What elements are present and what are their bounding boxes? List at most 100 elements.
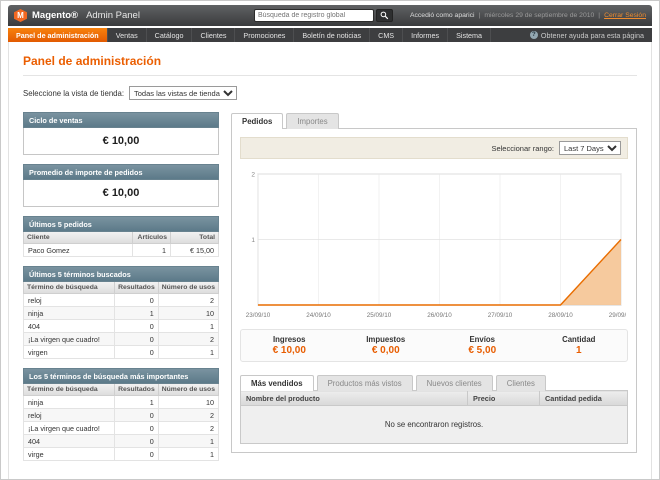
totals-row: Ingresos € 10,00 Impuestos € 0,00 Envíos… <box>240 329 628 362</box>
table-row: 404 0 1 <box>22 434 220 448</box>
nav-item-ventas[interactable]: Ventas <box>108 28 147 42</box>
nav-item-boletin[interactable]: Boletín de noticias <box>294 28 371 42</box>
table-row: 404 0 1 <box>22 319 220 333</box>
total-label: Envíos <box>469 335 496 344</box>
table-cell: reloj <box>22 408 116 422</box>
total-label: Ingresos <box>273 335 306 344</box>
table-cell: 1 <box>114 395 159 409</box>
top-search-terms-title: Los 5 términos de búsqueda más important… <box>23 368 219 384</box>
column-header: Cliente <box>23 232 133 244</box>
table-cell: reloj <box>22 293 116 307</box>
table-cell: 0 <box>114 319 159 333</box>
table-row: virge 0 1 <box>22 447 220 461</box>
table-cell: 0 <box>114 408 159 422</box>
tab-pedidos[interactable]: Pedidos <box>231 113 284 129</box>
tab-importes[interactable]: Importes <box>286 113 339 129</box>
tab-mas-vendidos[interactable]: Más vendidos <box>240 375 314 391</box>
svg-text:2: 2 <box>251 171 255 178</box>
table-cell: ninja <box>22 395 116 409</box>
range-bar: Seleccionar rango: Last 7 Days <box>240 137 628 159</box>
total-ingresos: Ingresos € 10,00 <box>241 335 338 356</box>
global-search-input[interactable] <box>253 9 374 22</box>
top-search-terms-box: Los 5 términos de búsqueda más important… <box>22 368 220 461</box>
table-cell: 1 <box>114 306 159 320</box>
table-row: ¡La virgen que cuadro! 0 2 <box>22 332 220 346</box>
table-row: virgen 0 1 <box>22 345 220 359</box>
table-cell: 0 <box>114 293 159 307</box>
total-envios: Envíos € 5,00 <box>434 335 531 356</box>
separator: | <box>478 12 481 19</box>
table-cell: 2 <box>157 421 220 435</box>
table-row: ninja 1 10 <box>22 306 220 320</box>
range-select[interactable]: Last 7 Days <box>559 141 621 155</box>
separator: | <box>598 12 601 19</box>
total-cantidad: Cantidad 1 <box>531 335 628 356</box>
store-view-select[interactable]: Todas las vistas de tienda <box>129 86 237 100</box>
table-cell: 1 <box>157 319 220 333</box>
table-cell: 2 <box>157 332 220 346</box>
column-header: Resultados <box>114 384 159 396</box>
current-date: miércoles 29 de septiembre de 2010 <box>484 12 595 19</box>
nav-item-sistema[interactable]: Sistema <box>448 28 492 42</box>
table-row: ninja 1 10 <box>22 395 220 409</box>
table-cell: 0 <box>114 345 159 359</box>
svg-text:24/09/10: 24/09/10 <box>306 312 331 319</box>
nav-item-cms[interactable]: CMS <box>370 28 404 42</box>
last-orders-table: Cliente Artículos Total Paco Gomez 1 € 15,… <box>23 232 219 257</box>
nav-item-dashboard[interactable]: Panel de administración <box>8 28 108 42</box>
column-header: Nombre del producto <box>240 390 468 406</box>
lifetime-sales-title: Ciclo de ventas <box>23 112 219 128</box>
average-orders-box: Promedio de importe de pedidos € 10,00 <box>23 164 219 207</box>
last-search-terms-table: Término de búsqueda Resultados Número de… <box>22 282 220 359</box>
column-header: Número de usos <box>157 282 220 294</box>
search-button[interactable] <box>375 9 393 22</box>
help-icon: ? <box>529 31 538 39</box>
brand-name: Magento® <box>32 10 79 21</box>
column-header: Resultados <box>114 282 159 294</box>
table-cell: virgen <box>22 345 116 359</box>
column-header: Total <box>170 232 219 244</box>
content-area: Panel de administración Seleccione la vi… <box>8 42 652 479</box>
svg-text:25/09/10: 25/09/10 <box>367 312 392 319</box>
table-cell: ¡La virgen que cuadro! <box>22 421 116 435</box>
products-tabs: Más vendidos Productos más vistos Nuevos… <box>240 374 628 391</box>
help-link[interactable]: ? Obtener ayuda para esta página <box>522 28 652 42</box>
last-orders-title: Últimos 5 pedidos <box>23 216 219 232</box>
column-header: Número de usos <box>157 384 220 396</box>
products-table: Nombre del producto Precio Cantidad pedi… <box>240 390 628 444</box>
table-cell: 0 <box>114 421 159 435</box>
nav-item-catalogo[interactable]: Catálogo <box>147 28 193 42</box>
nav-item-informes[interactable]: Informes <box>403 28 449 42</box>
table-cell: 10 <box>157 395 220 409</box>
nav-item-clientes[interactable]: Clientes <box>192 28 236 42</box>
magento-admin-app: M Magento® Admin Panel Accedió como apar… <box>8 5 652 479</box>
column-header: Término de búsqueda <box>22 384 116 396</box>
svg-text:28/09/10: 28/09/10 <box>548 312 573 319</box>
table-cell: 1 <box>157 345 220 359</box>
table-cell: € 15,00 <box>170 243 219 257</box>
table-cell: Paco Gomez <box>23 243 133 257</box>
logout-link[interactable]: Cerrar Sesión <box>604 12 646 19</box>
chart-tabs: Pedidos Importes <box>231 112 637 129</box>
last-search-terms-box: Últimos 5 términos buscados Término de b… <box>22 266 220 359</box>
svg-text:27/09/10: 27/09/10 <box>488 312 513 319</box>
total-impuestos: Impuestos € 0,00 <box>338 335 435 356</box>
tab-clientes[interactable]: Clientes <box>495 375 546 391</box>
tab-nuevos-clientes[interactable]: Nuevos clientes <box>415 375 493 391</box>
nav-item-promociones[interactable]: Promociones <box>235 28 295 42</box>
help-label: Obtener ayuda para esta página <box>540 30 644 40</box>
table-cell: 2 <box>157 293 220 307</box>
tab-productos-mas-vistos[interactable]: Productos más vistos <box>316 375 413 391</box>
table-cell: virge <box>22 447 116 461</box>
svg-text:29/09/10: 29/09/10 <box>609 312 626 319</box>
chart-wrap: 23/09/10 24/09/10 25/09/10 26/09/10 27/09/10… <box>240 169 628 321</box>
svg-text:23/09/10: 23/09/10 <box>246 312 271 319</box>
table-cell: 0 <box>114 447 159 461</box>
chart-panel: Seleccionar rango: Last 7 Days 23/09/10 2… <box>231 128 637 453</box>
store-view-label: Seleccione la vista de tienda: <box>23 88 124 98</box>
page-title: Panel de administración <box>23 54 162 68</box>
browser-viewport: M Magento® Admin Panel Accedió como apar… <box>0 0 660 480</box>
empty-table-message: No se encontraron registros. <box>240 405 628 444</box>
top-header-bar: M Magento® Admin Panel Accedió como apar… <box>8 5 652 26</box>
range-label: Seleccionar rango: <box>491 143 554 153</box>
